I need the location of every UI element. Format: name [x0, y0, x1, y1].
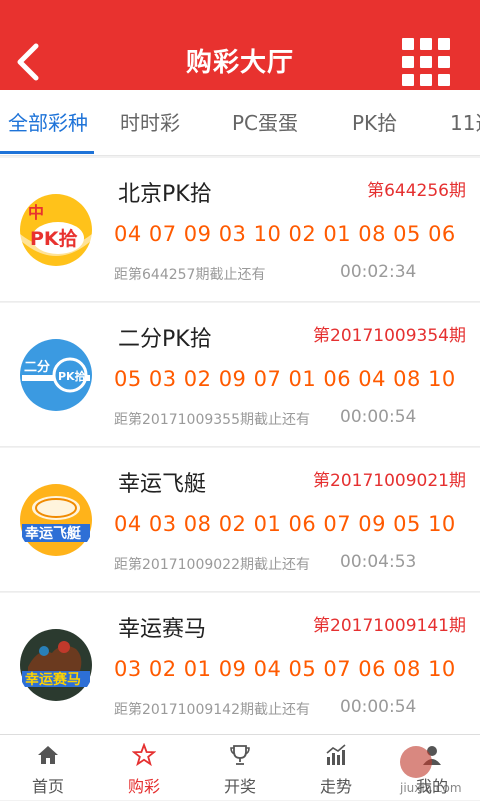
star-icon — [132, 743, 156, 767]
lottery-name: 北京PK拾 — [118, 182, 212, 207]
lottery-period: 第644256期 — [367, 181, 466, 201]
watermark-text: jiuxia.com — [399, 781, 462, 795]
lottery-item-xyft[interactable]: 幸运飞艇 幸运飞艇 第20171009021期 04 03 08 02 01 0… — [0, 448, 480, 592]
draw-numbers: 04 03 08 02 01 06 07 09 05 10 — [114, 512, 456, 536]
category-tabs: 全部彩种 时时彩 PC蛋蛋 PK拾 11选5 — [0, 90, 480, 156]
lottery-period: 第20171009141期 — [313, 616, 466, 636]
active-tab-indicator — [0, 151, 94, 154]
lottery-item-xysm[interactable]: 幸运赛马 幸运赛马 第20171009141期 03 02 01 09 04 0… — [0, 593, 480, 737]
nav-label: 开奖 — [223, 777, 256, 796]
nav-label: 购彩 — [127, 777, 160, 796]
logo-text: PK拾 — [30, 227, 78, 250]
logo-text-right: PK拾 — [58, 369, 86, 383]
status-bar — [0, 0, 480, 20]
watermark-logo: jiuxia.com — [399, 746, 462, 795]
lottery-item-2fpk10[interactable]: 二分 PK拾 二分PK拾 第20171009354期 05 03 02 09 0… — [0, 303, 480, 447]
deadline-label: 距第644257期截止还有 — [114, 267, 266, 283]
countdown-timer: 00:04:53 — [340, 552, 417, 572]
xyft-logo: 幸运飞艇 — [18, 482, 94, 558]
tab-ssc[interactable]: 时时彩 — [120, 90, 180, 155]
home-icon — [38, 746, 58, 764]
countdown-timer: 00:00:54 — [340, 407, 417, 427]
nav-trend[interactable]: 走势 — [288, 735, 384, 801]
lottery-name: 幸运飞艇 — [118, 472, 207, 497]
2fpk10-logo: 二分 PK拾 — [18, 337, 94, 413]
bjpk10-logo: 中 PK拾 — [18, 192, 94, 268]
app-header: 购彩大厅 — [0, 20, 480, 90]
nav-buy[interactable]: 购彩 — [96, 735, 192, 801]
tab-all[interactable]: 全部彩种 — [8, 90, 88, 155]
draw-numbers: 04 07 09 03 10 02 01 08 05 06 — [114, 222, 456, 246]
deadline-label: 距第20171009022期截止还有 — [114, 557, 310, 573]
draw-numbers: 05 03 02 09 07 01 06 04 08 10 — [114, 367, 456, 391]
tab-pk10[interactable]: PK拾 — [352, 90, 397, 155]
nav-home[interactable]: 首页 — [0, 735, 96, 801]
lottery-period: 第20171009021期 — [313, 471, 466, 491]
chart-icon — [326, 744, 346, 765]
deadline-label: 距第20171009355期截止还有 — [114, 412, 310, 428]
countdown-timer: 00:02:34 — [340, 262, 417, 282]
trophy-icon — [230, 745, 250, 765]
countdown-timer: 00:00:54 — [340, 697, 417, 717]
tab-11x5[interactable]: 11选5 — [450, 90, 480, 155]
logo-text: 幸运赛马 — [25, 671, 81, 688]
lottery-name: 幸运赛马 — [118, 617, 207, 642]
nav-label: 首页 — [31, 777, 64, 796]
logo-text-left: 二分 — [24, 359, 50, 375]
nav-results[interactable]: 开奖 — [192, 735, 288, 801]
logo-text: 幸运飞艇 — [25, 525, 82, 542]
lottery-item-bjpk10[interactable]: 中 PK拾 北京PK拾 第644256期 04 07 09 03 10 02 0… — [0, 158, 480, 302]
lottery-period: 第20171009354期 — [313, 326, 466, 346]
xysm-logo: 幸运赛马 — [18, 627, 94, 703]
grid-icon[interactable] — [402, 38, 450, 86]
logo-mark: 中 — [28, 203, 44, 222]
draw-numbers: 03 02 01 09 04 05 07 06 08 10 — [114, 657, 456, 681]
lottery-name: 二分PK拾 — [118, 327, 212, 352]
tab-pcdd[interactable]: PC蛋蛋 — [232, 90, 298, 155]
deadline-label: 距第20171009142期截止还有 — [114, 702, 310, 718]
nav-label: 走势 — [319, 777, 352, 796]
